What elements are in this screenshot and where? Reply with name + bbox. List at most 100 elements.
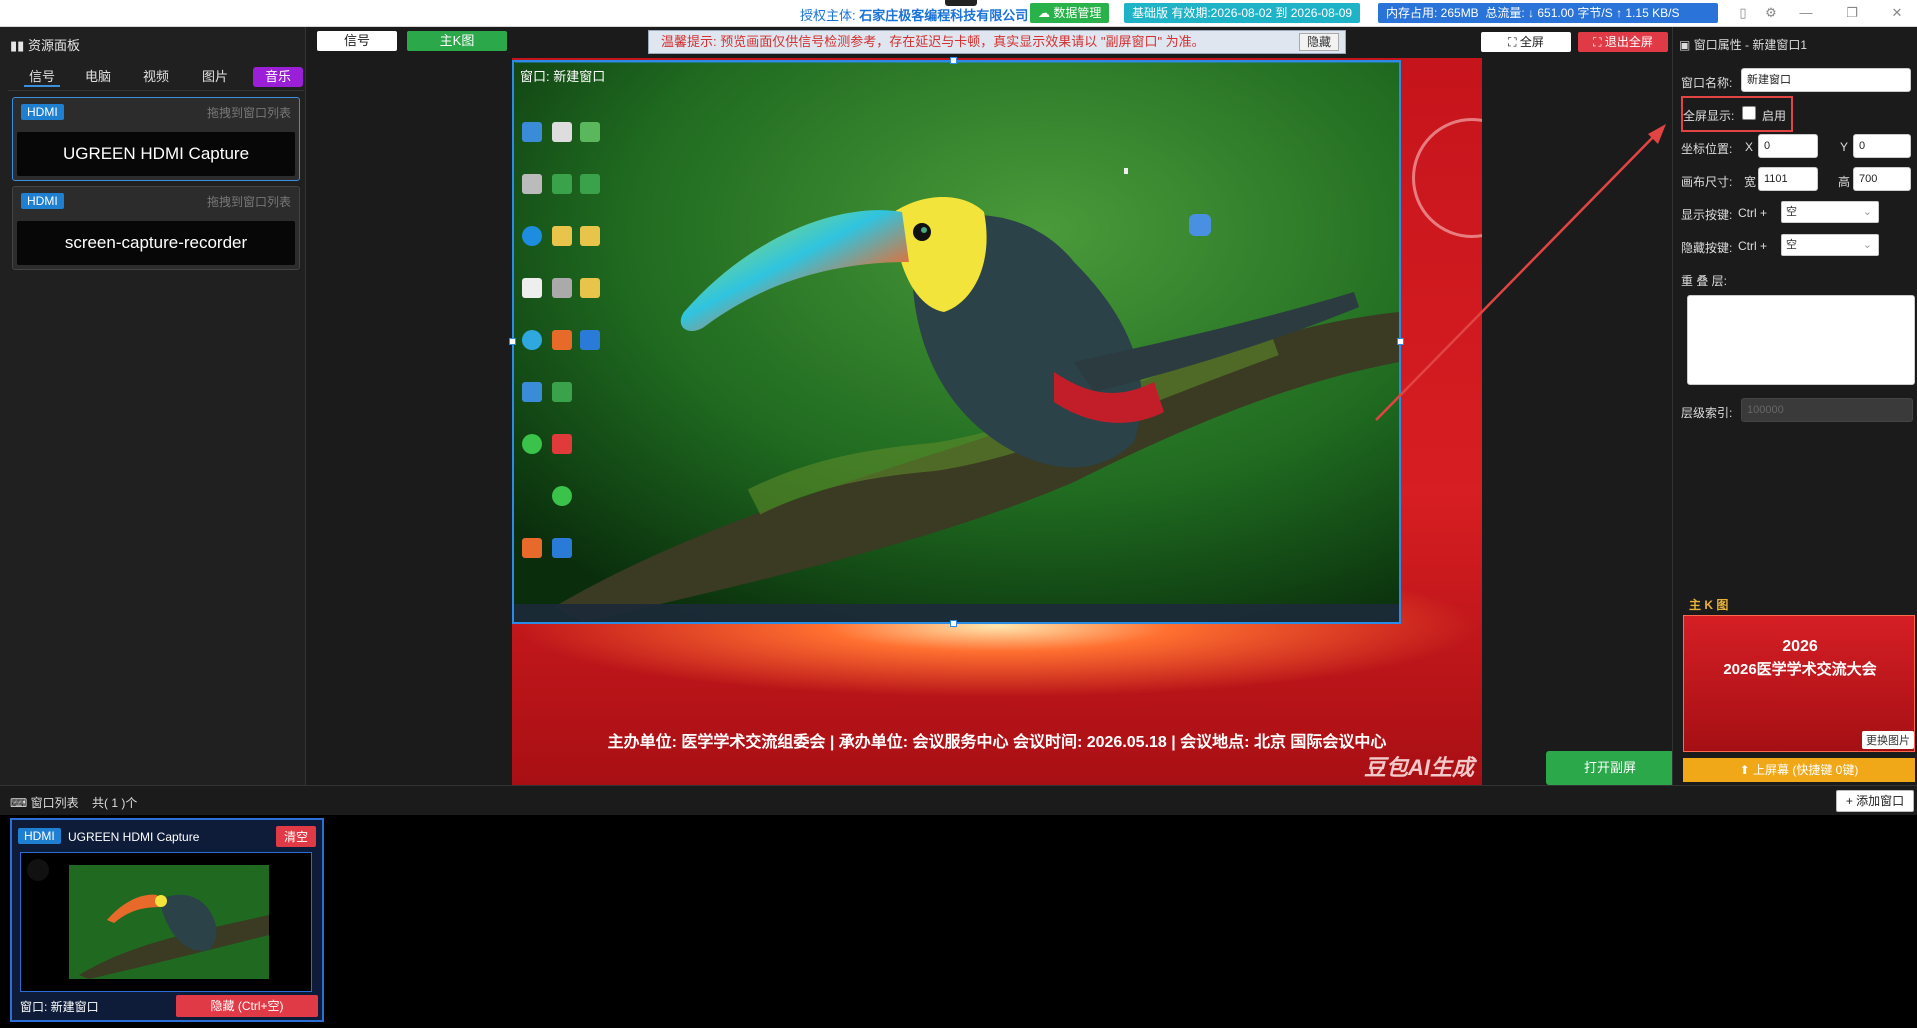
y-input[interactable]: 0 [1853,134,1911,158]
data-management-button[interactable]: ☁ 数据管理 [1030,3,1110,23]
resource-status: 内存占用: 265MB 总流量: ↓ 651.00 字节/S ↑ 1.15 KB… [1378,3,1718,23]
properties-header: ▣ 窗口属性 - 新建窗口1 [1679,36,1807,53]
hdmi-tag: HDMI [18,828,61,844]
source-name: screen-capture-recorder [17,221,295,265]
open-secondary-screen-button[interactable]: 打开副屏 [1546,751,1674,785]
fullscreen-label: 全屏 [1519,35,1544,49]
hide-key-select[interactable]: 空 ⌄ [1781,234,1879,256]
tab-computer[interactable]: 电脑 [80,67,116,87]
show-key-select[interactable]: 空 ⌄ [1781,201,1879,223]
layer-index-input: 100000 [1741,398,1913,422]
add-window-button[interactable]: + 添加窗口 [1836,790,1914,812]
warning-text: 温馨提示: 预览画面仅供信号检测参考，存在延迟与卡顿，真实显示效果请以 "副屏窗… [661,34,1205,49]
folder-icon [580,278,600,298]
resource-panel-title: 资源面板 [27,38,80,53]
window-list-title: 窗口列表 [30,796,79,810]
window-name-label: 窗口名称: [1681,76,1733,90]
hide-key-modifier: Ctrl + [1738,239,1768,253]
exit-fullscreen-label: 退出全屏 [1604,35,1653,49]
window-thumbnail [20,852,312,992]
edition-badge: 基础版 有效期:2026-08-02 到 2026-08-09 [1124,3,1361,23]
resize-handle-left[interactable] [509,338,516,345]
desktop-icon [522,538,542,558]
hdmi-tag: HDMI [21,193,64,209]
tab-music[interactable]: 音乐 [253,67,303,87]
resize-handle-bottom[interactable] [950,620,957,627]
desktop-icon [522,278,542,298]
chevron-down-icon: ⌄ [1862,239,1872,251]
desktop-icon [522,382,542,402]
preview-window-title: 窗口: 新建窗口 [520,69,606,84]
authorization-info: 授权主体: 石家庄极客编程科技有限公司 [800,5,1028,24]
floating-app-icon [1189,214,1211,236]
hide-window-button[interactable]: 隐藏 (Ctrl+空) [176,995,318,1017]
minimize-icon[interactable]: — [1798,5,1814,21]
resource-panel-header: ▮▮ 资源面板 [10,35,80,54]
desktop-icon [552,174,572,194]
poster-title: 2026医学学术交流大会 [1723,661,1877,678]
fullscreen-checkbox[interactable] [1742,106,1756,120]
hide-key-value: 空 [1786,239,1797,251]
traffic-stats: 总流量: ↓ 651.00 字节/S ↑ 1.15 KB/S [1485,6,1680,20]
resize-handle-top[interactable] [950,57,957,64]
desktop-icon [552,382,572,402]
warning-banner: 温馨提示: 预览画面仅供信号检测参考，存在延迟与卡顿，真实显示效果请以 "副屏窗… [648,30,1346,54]
window-icon: ▣ [1679,38,1691,52]
close-icon[interactable]: ✕ [1889,5,1905,21]
folder-icon [580,226,600,246]
width-input[interactable]: 1101 [1758,167,1818,191]
desktop-icon [580,330,600,350]
window-name-input[interactable]: 新建窗口 [1741,68,1911,92]
desktop-icon [522,330,542,350]
overlay-list[interactable] [1687,295,1915,385]
height-input[interactable]: 700 [1853,167,1911,191]
keyboard-icon: ⌨ [10,796,28,810]
folder-icon [552,226,572,246]
hide-warning-button[interactable]: 隐藏 [1299,33,1339,51]
restore-icon[interactable]: ❐ [1844,5,1860,21]
layer-index-label: 层级索引: [1681,406,1733,420]
position-label: 坐标位置: [1681,142,1733,156]
chevron-down-icon: ⌄ [1862,206,1872,218]
window-label: 窗口: 新建窗口 [20,1000,99,1014]
source-card-screen-capture[interactable]: HDMI 拖拽到窗口列表 screen-capture-recorder [12,186,300,270]
add-window-label: 添加窗口 [1856,794,1905,808]
window-source-name: UGREEN HDMI Capture [68,830,200,844]
desktop-icon [552,122,572,142]
settings-icon[interactable]: ⚙ [1763,5,1779,21]
window-list-header [0,785,1917,815]
desktop-icon [552,278,572,298]
manual-icon[interactable]: ▯ [1735,5,1751,21]
x-label: X [1745,140,1754,154]
preview-window[interactable]: 窗口: 新建窗口 [512,60,1401,624]
main-k-poster[interactable]: 2026 2026医学学术交流大会 更换图片 [1683,615,1915,752]
tab-preview-signal[interactable]: 信号 [317,31,397,51]
poster-year: 2026 [1782,638,1818,655]
tab-signal[interactable]: 信号 [24,67,60,87]
window-count: 共( 1 )个 [92,796,138,810]
desktop-icon [580,174,600,194]
tab-image[interactable]: 图片 [197,67,233,87]
wps-icon [552,434,572,454]
tab-video[interactable]: 视频 [138,67,174,87]
fullscreen-button[interactable]: ⛶ 全屏 [1481,32,1571,52]
thumbnail-badge [27,859,49,881]
memory-usage: 内存占用: 265MB [1386,6,1479,20]
drag-hint: 拖拽到窗口列表 [206,195,291,209]
window-card[interactable]: HDMI UGREEN HDMI Capture 清空 窗口: 新建窗口 隐藏 … [10,818,324,1022]
height-label: 高 [1838,175,1851,189]
ai-watermark: 豆包AI生成 [1363,755,1474,780]
hide-key-label: 隐藏按键: [1681,241,1733,255]
authorized-company: 石家庄极客编程科技有限公司 [859,8,1029,23]
fullscreen-display-label: 全屏显示: [1683,109,1735,123]
toucan-image [514,62,1399,622]
x-input[interactable]: 0 [1758,134,1818,158]
tab-main-k[interactable]: 主K图 [407,31,507,51]
exit-fullscreen-button[interactable]: ⛶ 退出全屏 [1578,32,1668,52]
change-image-button[interactable]: 更换图片 [1862,731,1914,749]
event-info: 主办单位: 医学学术交流组委会 | 承办单位: 会议服务中心 会议时间: 202… [607,734,1387,751]
push-to-screen-button[interactable]: ⬆ 上屏幕 (快捷键 0键) [1683,758,1915,782]
clear-button[interactable]: 清空 [275,826,316,847]
source-card-ugreen[interactable]: HDMI 拖拽到窗口列表 UGREEN HDMI Capture [12,97,300,181]
authorized-label: 授权主体: [800,8,856,23]
